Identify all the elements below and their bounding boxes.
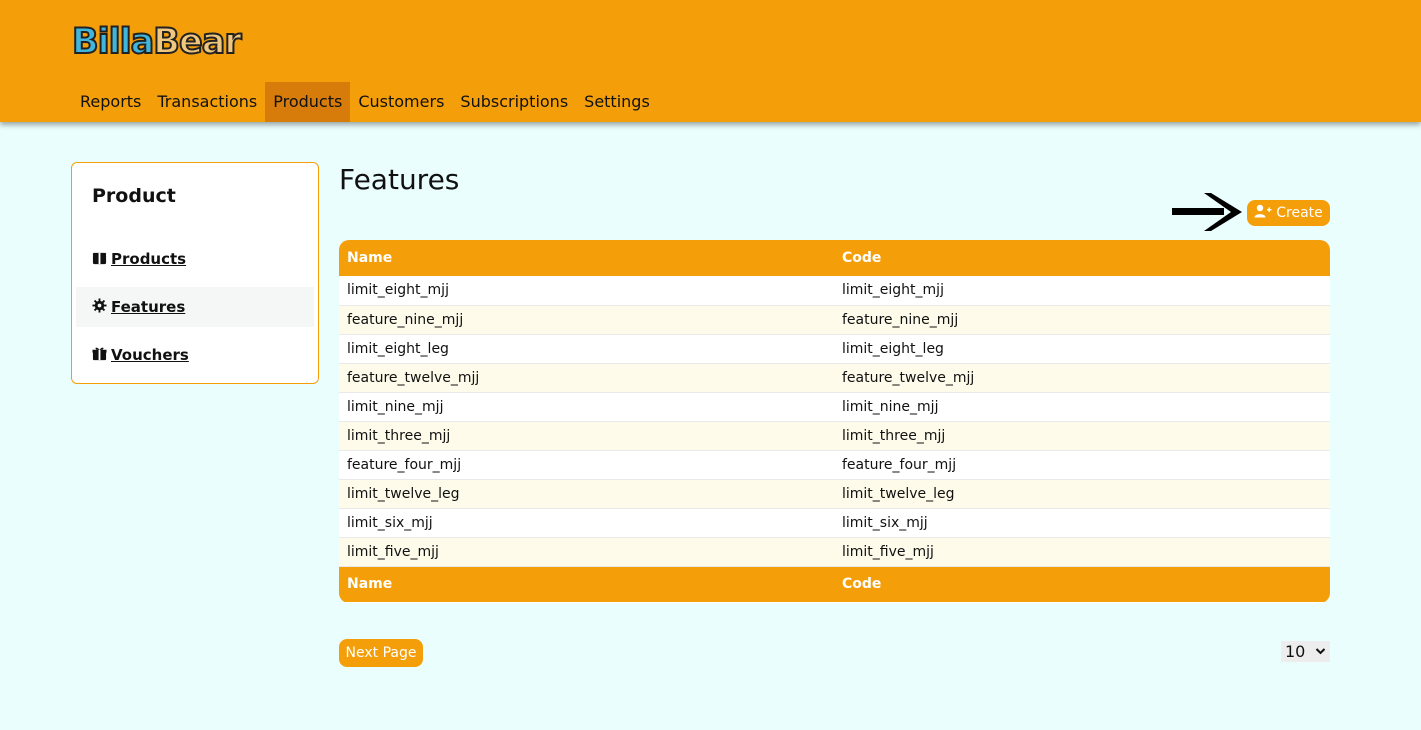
feature-name-cell: limit_twelve_leg [339,479,834,509]
sidebar-item-label: Products [111,250,187,268]
sidebar-item-label: Vouchers [111,346,189,364]
feature-code-cell: limit_six_mjj [834,508,1330,538]
nav-item-subscriptions[interactable]: Subscriptions [452,82,576,122]
table-row[interactable]: limit_twelve_leg limit_twelve_leg [339,479,1330,509]
table-row[interactable]: feature_twelve_mjj feature_twelve_mjj [339,363,1330,393]
feature-name-cell: feature_twelve_mjj [339,363,834,393]
user-plus-icon [1254,204,1272,222]
column-header-code: Code [834,240,1330,276]
column-footer-name: Name [339,566,834,602]
feature-code-cell: feature_twelve_mjj [834,363,1330,393]
sidebar-item-features[interactable]: Features [76,287,314,327]
feature-code-cell: limit_eight_leg [834,334,1330,364]
feature-code-cell: feature_nine_mjj [834,305,1330,335]
table-row[interactable]: limit_nine_mjj limit_nine_mjj [339,392,1330,422]
nav-item-settings[interactable]: Settings [576,82,658,122]
feature-code-cell: limit_three_mjj [834,421,1330,451]
table-row[interactable]: limit_eight_mjj limit_eight_mjj [339,276,1330,306]
column-footer-code: Code [834,566,1330,602]
arrow-right-icon [1172,193,1242,231]
per-page-select[interactable]: 10 [1281,641,1330,662]
feature-name-cell: feature_nine_mjj [339,305,834,335]
sidebar-item-label: Features [111,298,186,316]
feature-code-cell: limit_twelve_leg [834,479,1330,509]
feature-name-cell: feature_four_mjj [339,450,834,480]
billabear-logo[interactable]: BillaBear [71,21,243,63]
create-button-label: Create [1276,205,1323,221]
table-row[interactable]: feature_four_mjj feature_four_mjj [339,450,1330,480]
feature-name-cell: limit_five_mjj [339,537,834,567]
column-header-name: Name [339,240,834,276]
page-title: Features [339,163,460,196]
nav-item-customers[interactable]: Customers [350,82,452,122]
sidebar-title: Product [92,185,176,207]
table-row[interactable]: feature_nine_mjj feature_nine_mjj [339,305,1330,335]
next-page-button[interactable]: Next Page [339,639,423,667]
feature-code-cell: limit_eight_mjj [834,276,1330,306]
sidebar-item-products[interactable]: Products [76,239,314,279]
feature-name-cell: limit_nine_mjj [339,392,834,422]
table-row[interactable]: limit_six_mjj limit_six_mjj [339,508,1330,538]
create-button[interactable]: Create [1247,200,1330,226]
sidebar-item-vouchers[interactable]: Vouchers [76,335,314,375]
feature-name-cell: limit_eight_mjj [339,276,834,306]
chevron-down-icon [1315,648,1326,655]
nav-item-products[interactable]: Products [265,82,351,122]
product-sidebar: Product Products Features Vouchers [71,162,319,384]
gift-box-icon [92,250,107,269]
table-row[interactable]: limit_five_mjj limit_five_mjj [339,537,1330,567]
main-nav: Reports Transactions Products Customers … [72,82,658,122]
gear-icon [92,297,107,317]
feature-code-cell: limit_five_mjj [834,537,1330,567]
table-row[interactable]: limit_three_mjj limit_three_mjj [339,421,1330,451]
gift-icon [92,346,107,365]
features-table: Name Code limit_eight_mjj limit_eight_mj… [339,240,1330,603]
per-page-value: 10 [1285,642,1306,661]
feature-name-cell: limit_three_mjj [339,421,834,451]
feature-name-cell: limit_six_mjj [339,508,834,538]
nav-item-reports[interactable]: Reports [72,82,149,122]
table-row[interactable]: limit_eight_leg limit_eight_leg [339,334,1330,364]
nav-item-transactions[interactable]: Transactions [149,82,265,122]
feature-name-cell: limit_eight_leg [339,334,834,364]
feature-code-cell: feature_four_mjj [834,450,1330,480]
feature-code-cell: limit_nine_mjj [834,392,1330,422]
top-header: BillaBear Reports Transactions Products … [0,0,1421,122]
